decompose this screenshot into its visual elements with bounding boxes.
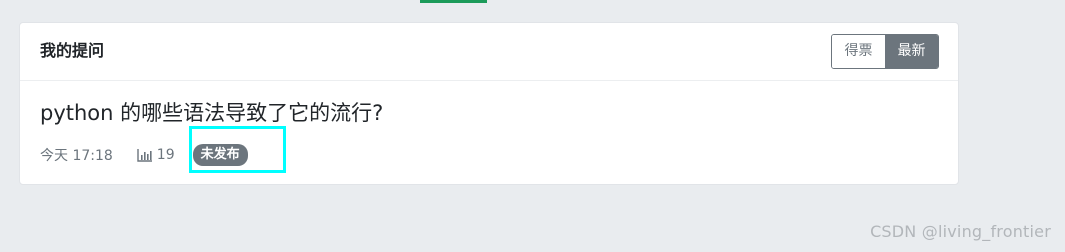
card-title: 我的提问 xyxy=(40,41,105,60)
card-header: 我的提问 得票 最新 xyxy=(20,23,958,81)
question-time: 今天 17:18 xyxy=(40,148,113,164)
bar-chart-icon xyxy=(137,149,152,162)
views-count: 19 xyxy=(156,147,175,163)
sort-by-newest-button[interactable]: 最新 xyxy=(885,35,938,68)
question-views: 19 xyxy=(137,147,175,163)
question-title-link[interactable]: python 的哪些语法导致了它的流行? xyxy=(40,99,383,127)
sort-by-votes-button[interactable]: 得票 xyxy=(832,35,885,68)
top-accent-bar xyxy=(420,0,487,3)
watermark: CSDN @living_frontier xyxy=(870,222,1051,241)
highlight-annotation-box xyxy=(189,126,286,173)
my-questions-card: 我的提问 得票 最新 python 的哪些语法导致了它的流行? 今天 17:18… xyxy=(19,22,959,185)
sort-button-group: 得票 最新 xyxy=(831,34,939,69)
